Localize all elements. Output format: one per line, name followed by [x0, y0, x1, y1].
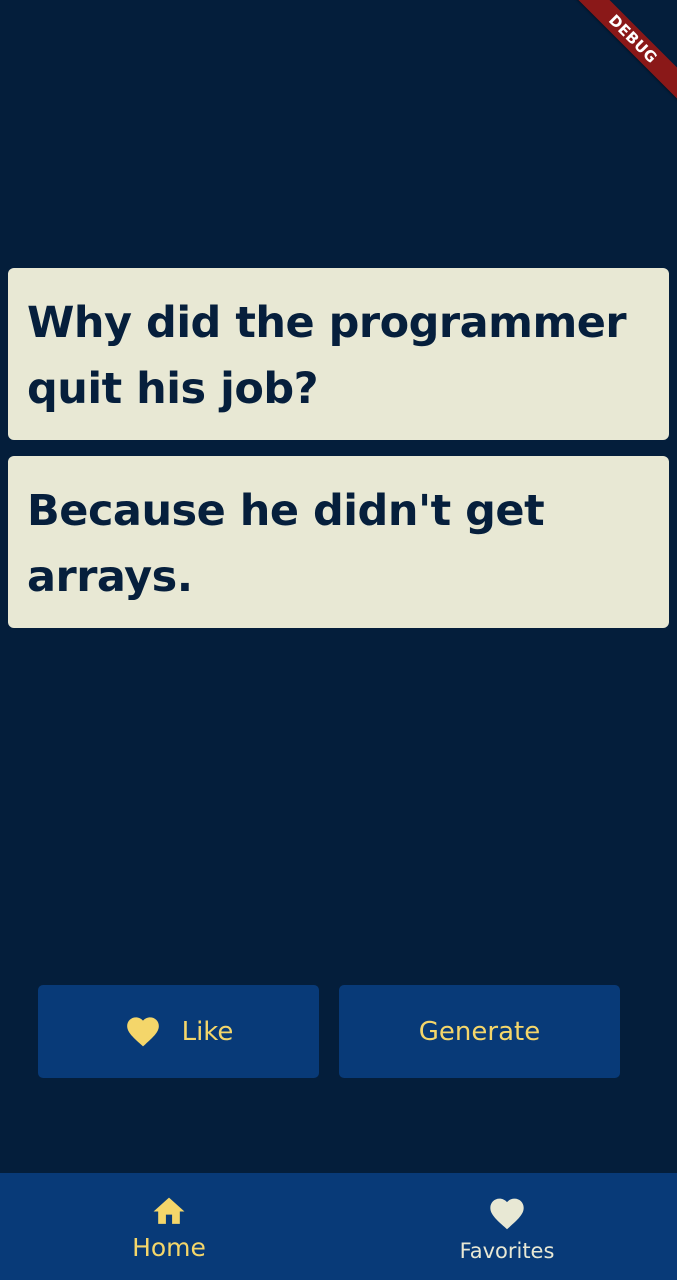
- like-button[interactable]: Like: [38, 985, 319, 1078]
- generate-button[interactable]: Generate: [339, 985, 620, 1078]
- heart-icon: [487, 1193, 527, 1235]
- joke-punchline-text: Because he didn't get arrays.: [27, 486, 545, 602]
- nav-item-home[interactable]: Home: [0, 1173, 338, 1280]
- joke-setup-text: Why did the programmer quit his job?: [27, 298, 627, 414]
- nav-item-home-label: Home: [132, 1233, 206, 1262]
- joke-setup-card: Why did the programmer quit his job?: [8, 268, 669, 440]
- app-screen: Why did the programmer quit his job? Bec…: [0, 0, 677, 1280]
- nav-item-favorites[interactable]: Favorites: [338, 1173, 676, 1280]
- bottom-navigation-bar: Home Favorites: [0, 1173, 677, 1280]
- nav-item-favorites-label: Favorites: [459, 1239, 555, 1263]
- heart-icon: [124, 1012, 162, 1055]
- like-button-label: Like: [181, 1016, 234, 1047]
- generate-button-label: Generate: [418, 1016, 541, 1047]
- home-icon: [150, 1193, 188, 1231]
- debug-banner: DEBUG: [568, 0, 677, 104]
- joke-punchline-card: Because he didn't get arrays.: [8, 456, 669, 628]
